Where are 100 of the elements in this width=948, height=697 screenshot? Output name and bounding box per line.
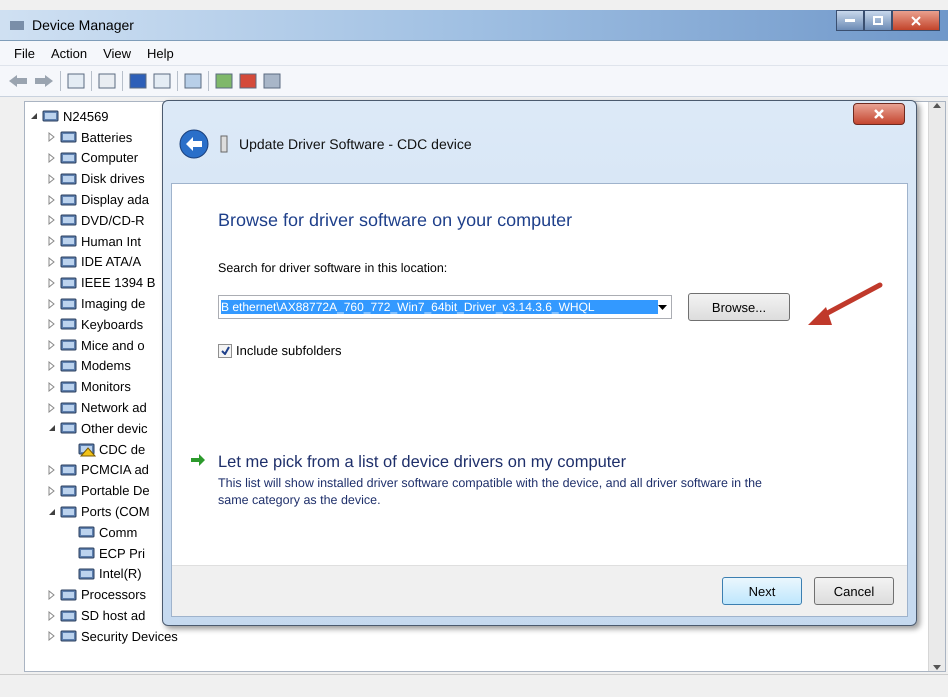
expand-arrow-icon[interactable] — [47, 132, 57, 142]
expand-arrow-icon[interactable] — [47, 215, 57, 226]
expand-arrow-icon[interactable] — [47, 174, 57, 184]
minimize-button[interactable] — [836, 10, 864, 31]
tree-item[interactable]: N24569 — [63, 108, 109, 124]
tree-item[interactable]: Computer — [81, 150, 138, 166]
tree-item[interactable]: Portable De — [81, 483, 150, 498]
device-icon — [60, 296, 78, 312]
tree-item[interactable]: DVD/CD-R — [81, 212, 145, 228]
collapse-arrow-icon[interactable] — [29, 111, 39, 122]
device-icon — [60, 129, 78, 146]
tree-item[interactable]: Security Devices — [81, 628, 178, 644]
maximize-button[interactable] — [864, 10, 892, 31]
tree-item[interactable]: Modems — [81, 358, 131, 374]
device-icon — [60, 504, 78, 520]
device-icon — [60, 628, 78, 644]
pick-driver-link[interactable]: Let me pick from a list of device drivers on my computer — [218, 453, 626, 471]
expand-arrow-icon[interactable] — [47, 278, 57, 288]
warning-device-icon — [78, 441, 96, 458]
tree-item[interactable]: Batteries — [81, 130, 132, 145]
expand-arrow-icon[interactable] — [47, 486, 57, 496]
tree-item[interactable]: PCMCIA ad — [81, 462, 149, 478]
device-icon — [60, 212, 78, 228]
device-icon — [78, 566, 96, 582]
expand-arrow-icon[interactable] — [47, 590, 57, 600]
device-icon — [78, 524, 96, 540]
dialog-button[interactable]: Cancel — [814, 577, 894, 605]
tree-item[interactable]: SD host ad — [81, 608, 146, 624]
collapse-arrow-icon[interactable] — [47, 423, 57, 434]
scroll-up-icon[interactable] — [933, 102, 941, 108]
device-icon — [60, 378, 78, 395]
device-icon — [60, 420, 78, 436]
pick-description: This list will show installed driver software compatible with the device, and all driver software in the same category as the device. — [218, 475, 763, 509]
menu-item[interactable]: Action — [44, 44, 94, 62]
expand-arrow-icon[interactable] — [47, 382, 57, 392]
expand-arrow-icon[interactable] — [47, 319, 57, 330]
device-icon — [78, 545, 96, 562]
expand-arrow-icon[interactable] — [47, 340, 57, 350]
close-icon[interactable] — [873, 109, 885, 119]
back-arrow-icon[interactable] — [8, 74, 28, 88]
tree-item[interactable]: Disk drives — [81, 171, 145, 186]
menu-item[interactable]: File — [8, 44, 41, 62]
device-icon — [60, 586, 78, 603]
device-icon — [60, 170, 78, 187]
tree-item[interactable]: ECP Pri — [99, 546, 145, 561]
tree-item[interactable]: Mice and o — [81, 338, 145, 353]
expand-arrow-icon[interactable] — [47, 236, 57, 246]
location-label: Search for driver software in this location: — [218, 261, 448, 275]
browse-button[interactable]: Browse... — [688, 293, 790, 321]
scrollbar[interactable] — [928, 102, 945, 671]
close-button[interactable] — [892, 10, 940, 31]
tree-item[interactable]: Network ad — [81, 400, 147, 416]
tree-item[interactable]: Human Int — [81, 234, 141, 249]
back-button-icon[interactable] — [179, 129, 209, 159]
device-icon — [60, 608, 78, 624]
menu-item[interactable]: Help — [141, 44, 180, 62]
close-icon[interactable] — [911, 16, 921, 26]
device-icon — [60, 400, 78, 416]
expand-arrow-icon[interactable] — [47, 152, 57, 163]
device-icon — [60, 192, 78, 208]
expand-arrow-icon[interactable] — [47, 256, 57, 267]
dialog-heading: Browse for driver software on your computer — [218, 210, 574, 231]
tree-item[interactable]: Imaging de — [81, 296, 146, 312]
window-title: Device Manager — [32, 17, 134, 33]
menu-item[interactable]: View — [97, 44, 138, 62]
checkbox[interactable] — [218, 344, 232, 358]
expand-arrow-icon[interactable] — [47, 360, 57, 371]
device-icon — [60, 233, 78, 250]
tree-item[interactable]: Monitors — [81, 379, 131, 394]
scroll-down-icon[interactable] — [933, 665, 941, 671]
device-icon — [60, 337, 78, 354]
expand-arrow-icon[interactable] — [47, 464, 57, 475]
tree-item[interactable]: Intel(R) — [99, 566, 142, 582]
tree-item[interactable]: Display ada — [81, 192, 149, 208]
expand-arrow-icon[interactable] — [47, 631, 57, 642]
tree-item[interactable]: IEEE 1394 B — [81, 275, 156, 290]
device-icon — [60, 150, 78, 166]
tree-item[interactable]: Other devic — [81, 420, 148, 436]
device-icon — [60, 274, 78, 291]
expand-arrow-icon[interactable] — [47, 402, 57, 413]
expand-arrow-icon[interactable] — [47, 610, 57, 621]
device-icon — [60, 482, 78, 499]
dropdown-caret-icon[interactable] — [658, 304, 667, 310]
dialog-button[interactable]: Next — [722, 577, 802, 605]
tree-item[interactable]: CDC de — [99, 442, 146, 457]
close-button[interactable] — [853, 103, 905, 125]
dialog-title: Update Driver Software - CDC device — [239, 136, 472, 152]
collapse-arrow-icon[interactable] — [47, 506, 57, 517]
device-icon — [42, 108, 60, 124]
tree-item[interactable]: Processors — [81, 587, 146, 602]
checkbox-label: Include subfolders — [236, 343, 342, 358]
tree-item[interactable]: IDE ATA/A — [81, 254, 142, 270]
tree-item[interactable]: Keyboards — [81, 316, 144, 332]
device-icon — [60, 462, 78, 478]
tree-item[interactable]: Comm — [99, 524, 138, 540]
tree-item[interactable]: Ports (COM — [81, 504, 150, 520]
arrow-right-icon — [190, 453, 206, 467]
forward-arrow-icon[interactable] — [34, 74, 54, 88]
expand-arrow-icon[interactable] — [47, 194, 57, 205]
expand-arrow-icon[interactable] — [47, 298, 57, 309]
